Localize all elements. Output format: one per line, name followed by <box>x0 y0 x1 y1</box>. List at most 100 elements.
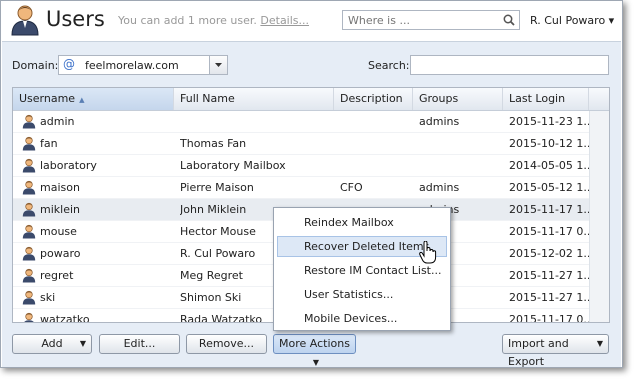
username-text: regret <box>40 269 74 282</box>
username-text: mouse <box>40 225 77 238</box>
cell-username: ski <box>20 287 170 308</box>
cell-description <box>340 111 410 132</box>
user-icon <box>22 290 36 305</box>
cell-groups <box>419 133 499 154</box>
cell-username: regret <box>20 265 170 286</box>
user-icon <box>22 136 36 151</box>
username-text: ski <box>40 291 56 304</box>
cell-username: miklein <box>20 199 170 220</box>
menu-item-mobile-devices[interactable]: Mobile Devices... <box>277 308 447 329</box>
username-text: laboratory <box>40 159 97 172</box>
column-full-name[interactable]: Full Name <box>174 88 334 110</box>
page-title: Users <box>46 7 105 31</box>
table-row[interactable]: laboratory Laboratory Mailbox 2014-05-05 1… <box>13 155 589 177</box>
global-search[interactable] <box>342 10 520 30</box>
search-icon[interactable] <box>503 14 515 26</box>
hand-pointer-icon <box>419 241 437 264</box>
cell-last-login: 2015-11-27 1... <box>509 269 589 282</box>
username-text: maison <box>40 181 80 194</box>
cell-last-login: 2014-05-05 1... <box>509 159 589 172</box>
cell-last-login: 2015-11-17 1... <box>509 203 589 216</box>
username-text: miklein <box>40 203 80 216</box>
column-username[interactable]: Username ▲ <box>13 88 174 110</box>
username-text: fan <box>40 137 58 150</box>
table-row[interactable]: maison Pierre Maison CFO admins 2015-05-12 1… <box>13 177 589 199</box>
cell-last-login: 2015-11-17 0... <box>509 313 589 323</box>
user-search-input[interactable] <box>410 55 609 75</box>
vertical-scrollbar[interactable] <box>589 111 609 322</box>
user-icon <box>22 224 36 239</box>
caret-down-icon: ▼ <box>79 339 86 348</box>
cell-last-login: 2015-11-23 1... <box>509 115 589 128</box>
cell-full-name: Thomas Fan <box>180 137 247 150</box>
column-filler <box>589 88 609 110</box>
user-icon <box>22 246 36 261</box>
column-description[interactable]: Description <box>334 88 413 110</box>
user-limit-text: You can add 1 more user. <box>118 14 257 27</box>
username-text: powaro <box>40 247 81 260</box>
at-sign-icon: @ <box>63 57 75 71</box>
cell-username: maison <box>20 177 170 198</box>
table-row[interactable]: fan Thomas Fan 2015-10-12 1... <box>13 133 589 155</box>
username-text: admin <box>40 115 75 128</box>
user-icon <box>22 202 36 217</box>
cell-username: watzatko <box>20 309 170 323</box>
cell-last-login: 2015-10-12 1... <box>509 137 589 150</box>
search-label: Search: <box>368 59 410 72</box>
caret-down-icon: ▼ <box>596 339 603 348</box>
import-export-button[interactable]: Import and Export ▼ <box>502 334 609 368</box>
cell-full-name: Pierre Maison <box>180 181 254 194</box>
cell-groups <box>419 155 499 176</box>
more-actions-label: More Actions <box>279 337 350 350</box>
cell-description <box>340 155 410 176</box>
edit-button[interactable]: Edit... <box>99 334 180 354</box>
global-search-input[interactable] <box>343 11 498 29</box>
cell-full-name: Laboratory Mailbox <box>180 159 286 172</box>
user-icon <box>22 114 36 129</box>
dropdown-button[interactable] <box>209 56 227 74</box>
domain-label: Domain: <box>12 59 59 72</box>
menu-item-reindex-mailbox[interactable]: Reindex Mailbox <box>277 212 447 233</box>
column-label: Username <box>19 92 76 105</box>
cell-username: fan <box>20 133 170 154</box>
more-actions-button[interactable]: More Actions ▼ <box>273 334 356 367</box>
import-export-label: Import and Export <box>508 337 569 368</box>
user-icon <box>22 180 36 195</box>
domain-value: feelmorelaw.com <box>85 59 179 72</box>
user-limit-info: You can add 1 more user. Details... <box>118 14 309 27</box>
add-button[interactable]: Add ▼ <box>12 334 92 354</box>
sort-ascending-icon: ▲ <box>79 96 85 104</box>
user-icon <box>24 312 34 322</box>
cell-last-login: 2015-12-02 1... <box>509 247 589 260</box>
user-icon <box>22 268 36 283</box>
table-row[interactable]: admin admins 2015-11-23 1... <box>13 111 589 133</box>
chevron-down-icon <box>215 63 222 67</box>
column-groups[interactable]: Groups <box>413 88 503 110</box>
domain-select[interactable]: @ feelmorelaw.com <box>58 55 228 75</box>
details-link[interactable]: Details... <box>260 14 309 27</box>
users-window: Users You can add 1 more user. Details..… <box>0 0 623 368</box>
caret-down-icon: ▼ <box>312 358 320 367</box>
more-actions-menu: Reindex Mailbox Recover Deleted Items Re… <box>273 207 451 331</box>
cell-username: mouse <box>20 221 170 242</box>
cell-username: admin <box>20 111 170 132</box>
cell-last-login: 2015-11-27 1... <box>509 291 589 304</box>
menu-item-user-statistics[interactable]: User Statistics... <box>277 284 447 305</box>
cell-description <box>340 133 410 154</box>
user-account-menu[interactable]: R. Cul Powaro ▾ <box>530 14 614 27</box>
username-text: watzatko <box>40 313 90 323</box>
cell-full-name <box>180 111 335 132</box>
remove-button[interactable]: Remove... <box>186 334 267 354</box>
user-icon <box>22 158 36 173</box>
column-last-login[interactable]: Last Login <box>503 88 589 110</box>
users-icon <box>11 5 39 36</box>
table-header: Username ▲ Full Name Description Groups L… <box>13 88 609 111</box>
cell-description: CFO <box>340 181 363 194</box>
cell-last-login: 2015-05-12 1... <box>509 181 589 194</box>
cell-last-login: 2015-11-17 0... <box>509 225 589 238</box>
cell-username: laboratory <box>20 155 170 176</box>
cell-username: powaro <box>20 243 170 264</box>
header: Users You can add 1 more user. Details..… <box>1 1 622 39</box>
add-button-label: Add <box>41 337 63 350</box>
cell-groups: admins <box>419 115 460 128</box>
